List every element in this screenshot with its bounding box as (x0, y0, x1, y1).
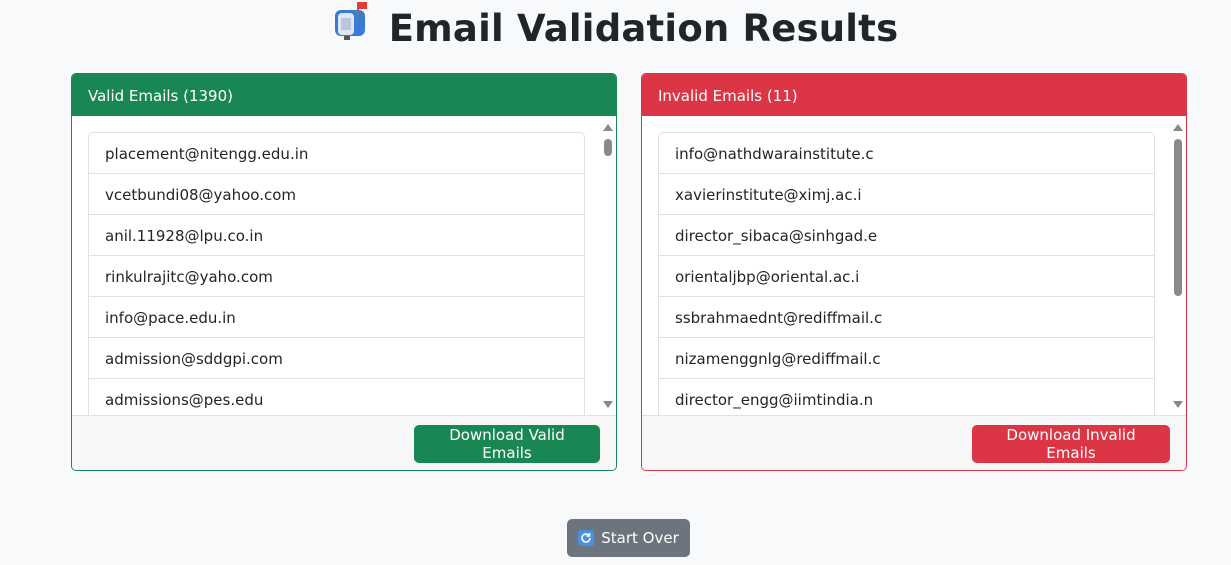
scroll-down-arrow-icon[interactable] (1173, 401, 1183, 408)
valid-emails-list-container[interactable]: placement@nitengg.edu.in vcetbundi08@yah… (72, 116, 616, 416)
valid-emails-list: placement@nitengg.edu.in vcetbundi08@yah… (88, 132, 585, 415)
download-invalid-emails-button[interactable]: Download Invalid Emails (972, 425, 1170, 463)
list-item: info@pace.edu.in (89, 297, 584, 338)
list-item: director_engg@iimtindia.n (659, 379, 1154, 415)
scroll-up-arrow-icon[interactable] (1173, 124, 1183, 131)
list-item: xavierinstitute@ximj.ac.i (659, 174, 1154, 215)
list-item: info@nathdwarainstitute.c (659, 133, 1154, 174)
list-item: ssbrahmaednt@rediffmail.c (659, 297, 1154, 338)
refresh-icon (578, 530, 595, 546)
download-valid-emails-button[interactable]: Download Valid Emails (414, 425, 600, 463)
list-item: vcetbundi08@yahoo.com (89, 174, 584, 215)
valid-list-scrollbar[interactable] (600, 116, 616, 415)
list-item: placement@nitengg.edu.in (89, 133, 584, 174)
invalid-list-scrollbar[interactable] (1170, 116, 1186, 415)
invalid-card-footer: Download Invalid Emails (642, 416, 1186, 470)
list-item: anil.11928@lpu.co.in (89, 215, 584, 256)
list-item: rinkulrajitc@yaho.com (89, 256, 584, 297)
list-item: admissions@pes.edu (89, 379, 584, 415)
invalid-emails-list: info@nathdwarainstitute.c xavierinstitut… (658, 132, 1155, 415)
start-over-button[interactable]: Start Over (567, 519, 690, 557)
scrollbar-thumb[interactable] (604, 139, 612, 156)
scroll-down-arrow-icon[interactable] (603, 401, 613, 408)
mailbox-icon (333, 0, 371, 49)
list-item: admission@sddgpi.com (89, 338, 584, 379)
invalid-emails-card: Invalid Emails (11) info@nathdwarainstit… (641, 73, 1187, 471)
invalid-emails-list-container[interactable]: info@nathdwarainstitute.c xavierinstitut… (642, 116, 1186, 416)
scrollbar-thumb[interactable] (1174, 139, 1182, 296)
scroll-up-arrow-icon[interactable] (603, 124, 613, 131)
start-over-label: Start Over (601, 529, 679, 547)
valid-card-footer: Download Valid Emails (72, 416, 616, 470)
list-item: director_sibaca@sinhgad.e (659, 215, 1154, 256)
list-item: orientaljbp@oriental.ac.i (659, 256, 1154, 297)
page-title: Email Validation Results (0, 2, 1231, 53)
list-item: nizamenggnlg@rediffmail.c (659, 338, 1154, 379)
valid-emails-header: Valid Emails (1390) (72, 74, 616, 116)
valid-emails-card: Valid Emails (1390) placement@nitengg.ed… (71, 73, 617, 471)
invalid-emails-header: Invalid Emails (11) (642, 74, 1186, 116)
